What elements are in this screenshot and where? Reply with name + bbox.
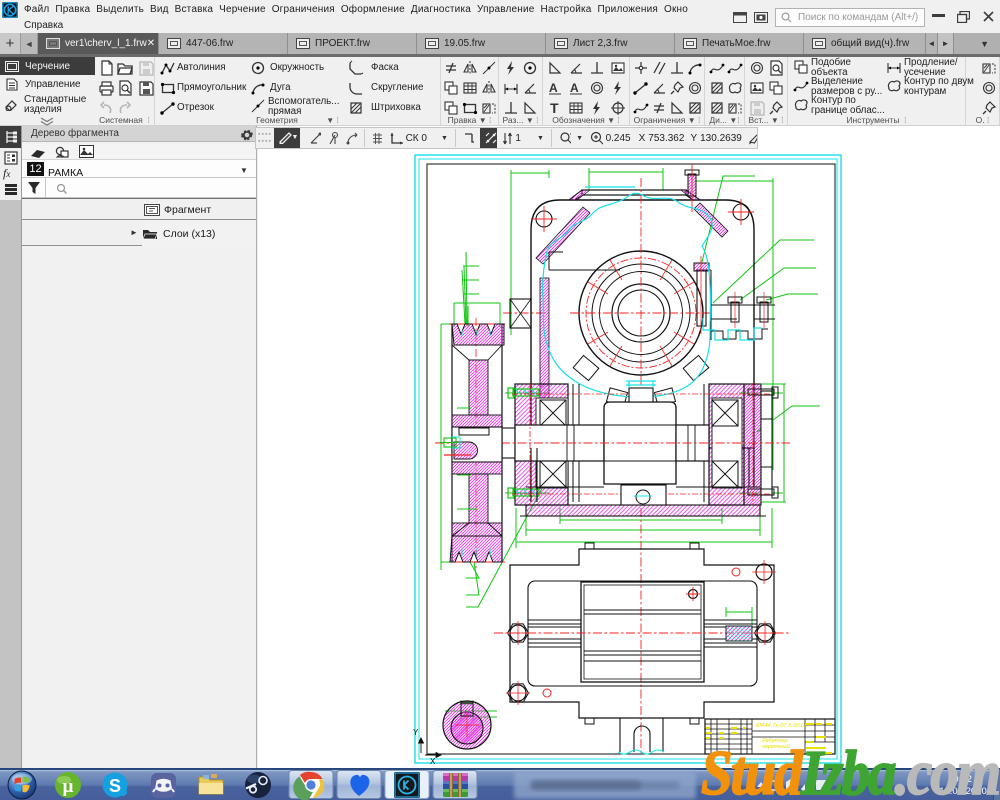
- svg-text:X: X: [430, 757, 436, 766]
- svg-text:Y: Y: [413, 728, 419, 737]
- svg-text:S: S: [109, 776, 121, 796]
- svg-text:КМ44.7к-07.5.00.05: КМ44.7к-07.5.00.05: [756, 723, 808, 729]
- svg-text:µ: µ: [63, 776, 74, 797]
